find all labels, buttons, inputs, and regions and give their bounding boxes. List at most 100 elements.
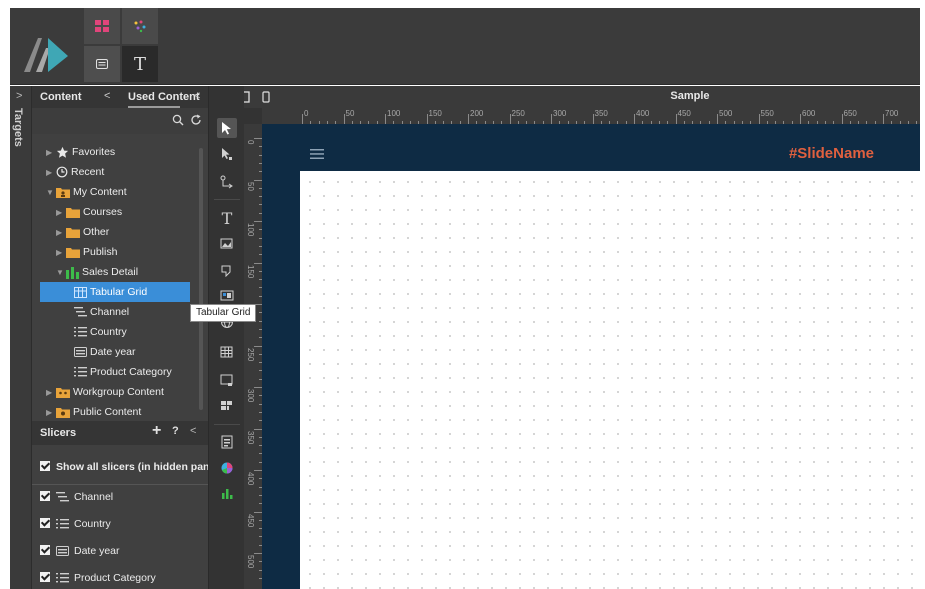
image-tool[interactable] [217, 234, 237, 254]
folder-user-icon [56, 188, 70, 199]
ruler-label: 300 [246, 389, 255, 403]
canvas-title: Sample [670, 90, 710, 102]
tree-item-favorites[interactable]: ▶ Favorites [46, 142, 115, 162]
collapse-arrow-icon[interactable]: ▼ [56, 263, 66, 283]
layout-icon [221, 401, 232, 410]
tree-item-date-year[interactable]: Date year [74, 342, 136, 362]
tree-item-publish[interactable]: ▶ Publish [56, 242, 117, 262]
list-icon [74, 327, 87, 337]
used-content-chevron[interactable]: < [194, 90, 200, 102]
text-tool[interactable]: T [217, 208, 237, 228]
report-tool[interactable] [217, 432, 237, 452]
checkbox-checked[interactable] [40, 491, 50, 501]
expand-arrow-icon[interactable]: ▶ [56, 223, 66, 243]
ruler-major-tick [254, 428, 262, 430]
hamburger-menu-icon[interactable] [310, 149, 324, 159]
tree-item-courses[interactable]: ▶ Courses [56, 202, 122, 222]
tree-item-my-content[interactable]: ▼ My Content [46, 182, 127, 202]
tree-item-channel[interactable]: Channel [74, 302, 129, 322]
tree-item-other[interactable]: ▶ Other [56, 222, 109, 242]
slicer-item-label: Channel [74, 491, 114, 503]
search-icon[interactable] [172, 114, 184, 126]
shape-tool[interactable] [217, 260, 237, 280]
tab-content[interactable]: Content [40, 91, 82, 103]
tree-item-product-category[interactable]: Product Category [74, 362, 172, 382]
expand-arrow-icon[interactable]: ▶ [46, 403, 56, 423]
design-tools: T [208, 86, 244, 589]
slide-body[interactable] [300, 171, 920, 589]
list-icon [74, 307, 87, 317]
ribbon-text-tile[interactable]: T [122, 46, 158, 82]
expand-arrow-icon[interactable]: ▶ [46, 143, 56, 163]
phone-icon[interactable] [262, 91, 270, 103]
slicer-item-label: Product Category [74, 572, 156, 584]
cube-icon [66, 266, 79, 279]
ruler-label: 0 [304, 109, 309, 118]
expand-arrow-icon[interactable]: ▶ [56, 243, 66, 263]
refresh-icon[interactable] [190, 114, 202, 126]
slicer-item-channel[interactable]: Channel [40, 488, 113, 506]
tree-item-sales-detail[interactable]: ▼ Sales Detail [56, 262, 138, 282]
content-back-chevron[interactable]: < [104, 90, 110, 102]
panel-tool[interactable] [217, 370, 237, 390]
table-tool[interactable] [217, 342, 237, 362]
tree-item-public-content[interactable]: ▶ Public Content [46, 402, 141, 422]
tree-item-recent[interactable]: ▶ Recent [46, 162, 104, 182]
layout-tool[interactable] [217, 396, 237, 416]
tree-item-label: Workgroup Content [73, 386, 164, 398]
folder-public-icon [56, 408, 70, 419]
add-slicer-button[interactable]: + [152, 422, 161, 440]
ruler-major-tick [675, 114, 677, 124]
tree-item-label: Favorites [72, 146, 116, 158]
slicer-item-date-year[interactable]: Date year [40, 542, 120, 560]
ribbon-grid-tile[interactable] [84, 8, 120, 44]
text-t-icon: T [221, 208, 233, 228]
tab-used-content[interactable]: Used Content [128, 91, 200, 103]
slicer-item-country[interactable]: Country [40, 515, 111, 533]
checkbox-checked[interactable] [40, 461, 50, 471]
targets-panel[interactable]: > Targets [10, 86, 32, 589]
ribbon-dots-tile[interactable] [122, 8, 158, 44]
checkbox-checked[interactable] [40, 545, 50, 555]
direct-select-tool[interactable] [217, 144, 237, 164]
collapse-slicers-chevron[interactable]: < [190, 425, 196, 437]
folder-icon [66, 228, 80, 239]
expand-arrow-icon[interactable]: ▶ [46, 163, 56, 183]
expand-arrow-icon[interactable]: ▶ [46, 383, 56, 403]
select-tool[interactable] [217, 118, 237, 138]
tree-item-label: Sales Detail [82, 266, 139, 278]
connector-tool[interactable] [217, 172, 237, 192]
ruler-label: 350 [594, 109, 608, 118]
content-panel: Content < Used Content < ▶ Favorites ▶ Rec… [32, 86, 208, 421]
pie-chart-tool[interactable] [217, 458, 237, 478]
tree-item-label: Product Category [90, 366, 172, 378]
ribbon-slide-tile[interactable] [84, 46, 120, 82]
tree-item-tabular-grid[interactable]: Tabular Grid [40, 282, 190, 302]
tree-item-label: Other [83, 226, 110, 238]
image-icon [220, 238, 233, 249]
targets-chevron[interactable]: > [16, 90, 22, 102]
bar-chart-tool[interactable] [217, 484, 237, 504]
slicer-item-product-category[interactable]: Product Category [40, 569, 156, 587]
help-button[interactable]: ? [172, 425, 179, 437]
arrow-cursor-icon [222, 122, 231, 135]
content-scrollbar[interactable] [199, 148, 203, 410]
tree-item-country[interactable]: Country [74, 322, 127, 342]
slicer-item-label: Country [74, 518, 111, 530]
expand-arrow-icon[interactable]: ▶ [56, 203, 66, 223]
slicers-title: Slicers [40, 427, 77, 439]
collapse-arrow-icon[interactable]: ▼ [46, 183, 56, 203]
tree-item-label: Date year [90, 346, 136, 358]
tree-item-workgroup-content[interactable]: ▶ Workgroup Content [46, 382, 164, 402]
checkbox-checked[interactable] [40, 572, 50, 582]
ruler-label: 450 [246, 513, 255, 527]
checkbox-checked[interactable] [40, 518, 50, 528]
media-tool[interactable] [217, 286, 237, 306]
ruler-label: 350 [246, 430, 255, 444]
list-icon [56, 573, 69, 583]
content-panel-tools [32, 108, 208, 134]
ruler-label: 700 [885, 109, 899, 118]
show-all-slicers-checkbox[interactable]: Show all slicers (in hidden panel) [40, 458, 222, 476]
ruler-major-tick [254, 387, 262, 388]
star-icon [56, 146, 69, 158]
